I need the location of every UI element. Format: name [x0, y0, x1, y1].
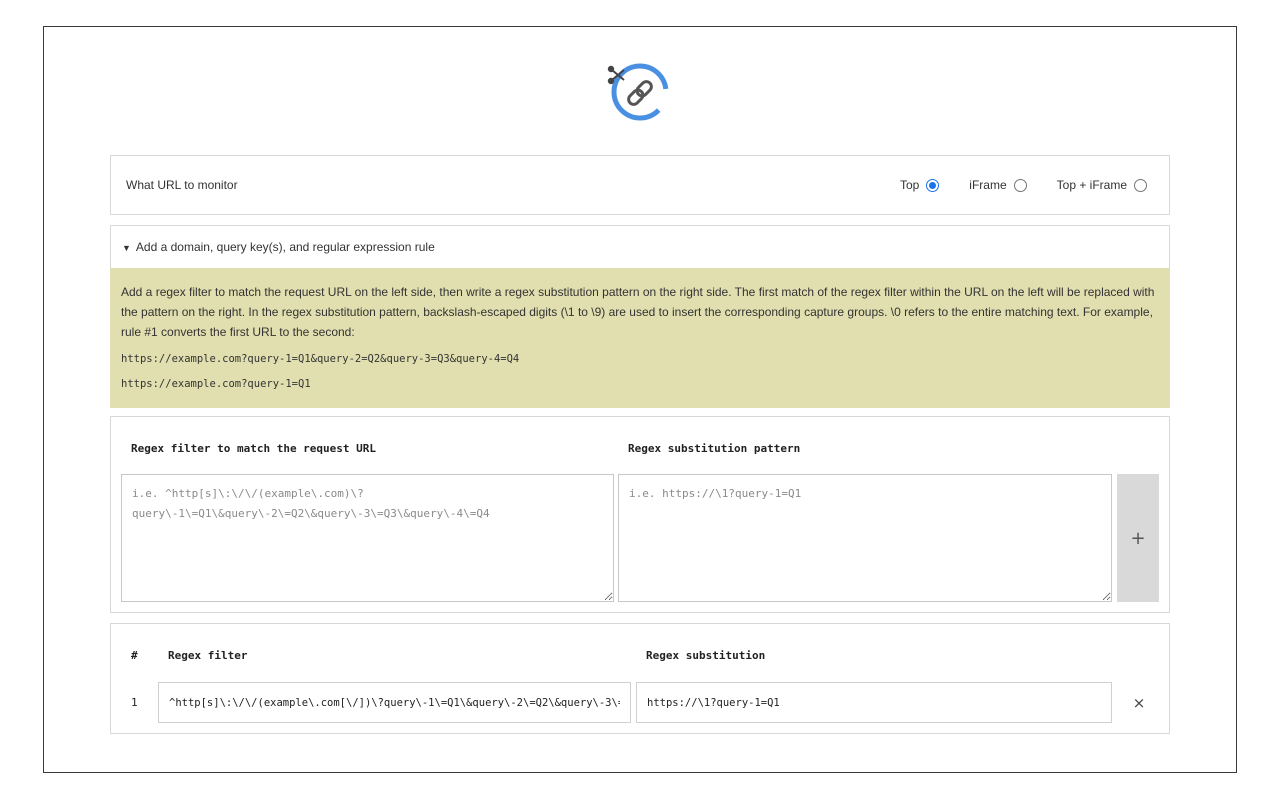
column-header-substitution: Regex substitution [646, 649, 766, 662]
rules-summary-label: Add a domain, query key(s), and regular … [135, 240, 435, 254]
rules-details-panel: ▼ Add a domain, query key(s), and regular… [110, 225, 1170, 408]
add-rule-button[interactable]: + [1117, 474, 1159, 602]
monitor-title: What URL to monitor [126, 178, 238, 192]
rule-editor-panel: Regex filter to match the request URL Re… [110, 416, 1170, 613]
filter-label: Regex filter to match the request URL [131, 442, 377, 455]
rules-summary-toggle[interactable]: ▼ Add a domain, query key(s), and regular… [122, 240, 435, 254]
radio-top-iframe-label: Top + iFrame [1056, 178, 1127, 192]
regex-filter-input[interactable] [121, 474, 614, 602]
radio-iframe[interactable]: iFrame [969, 178, 1027, 192]
column-header-filter: Regex filter [168, 649, 248, 662]
monitor-radio-group: Top iFrame Top + iFrame [870, 178, 1147, 192]
radio-top-iframe[interactable]: Top + iFrame [1057, 178, 1147, 192]
regex-substitution-input[interactable] [618, 474, 1112, 602]
triangle-down-icon: ▼ [122, 243, 131, 253]
radio-iframe-circle[interactable] [1013, 178, 1027, 192]
rules-help-text: Add a regex filter to match the request … [121, 285, 1155, 339]
rule-row-number: 1 [131, 696, 138, 709]
radio-top-circle[interactable] [926, 178, 940, 192]
example-url-to: https://example.com?query-1=Q1 [121, 378, 311, 390]
radio-top-label: Top [899, 178, 920, 192]
rules-list-panel: # Regex filter Regex substitution 1 × [110, 623, 1170, 734]
radio-iframe-label: iFrame [969, 178, 1007, 192]
substitution-label: Regex substitution pattern [628, 442, 801, 455]
monitor-panel: What URL to monitor Top iFrame Top + iFr… [110, 155, 1170, 215]
rules-help-box: Add a regex filter to match the request … [110, 268, 1170, 408]
radio-top[interactable]: Top [899, 178, 940, 192]
column-header-number: # [131, 649, 138, 662]
radio-top-iframe-circle[interactable] [1134, 178, 1147, 192]
link-scissors-logo-icon [606, 60, 674, 124]
example-url-from: https://example.com?query-1=Q1&query-2=Q… [121, 353, 520, 365]
rule-row-substitution-input[interactable] [636, 682, 1112, 723]
rule-row-filter-input[interactable] [158, 682, 631, 723]
delete-rule-button[interactable]: × [1129, 693, 1149, 713]
